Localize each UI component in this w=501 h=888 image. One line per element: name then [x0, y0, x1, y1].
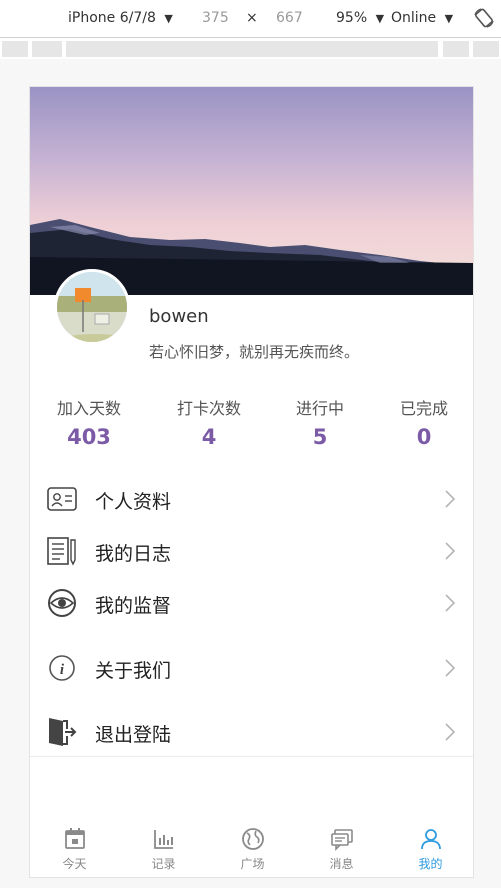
chevron-right-icon: [445, 542, 456, 560]
menu-item-about-us[interactable]: i 关于我们: [30, 643, 473, 693]
ruler-segment[interactable]: [443, 41, 469, 57]
network-dropdown-icon: ▼: [444, 12, 454, 25]
network-select-label: Online: [391, 10, 437, 26]
stat-completed: 已完成 0: [369, 395, 473, 449]
stat-value: 0: [416, 425, 432, 449]
eye-icon: [48, 589, 76, 617]
stat-label: 进行中: [295, 399, 344, 418]
zoom-dropdown-icon: ▼: [375, 12, 385, 25]
bar-chart-icon: [153, 830, 173, 849]
chevron-right-icon: [445, 659, 456, 677]
stat-in-progress: 进行中 5: [265, 395, 375, 449]
chevron-right-icon: [445, 723, 456, 741]
menu-item-profile[interactable]: 个人资料: [30, 474, 473, 524]
stat-label: 打卡次数: [176, 399, 241, 418]
globe-icon: [241, 828, 264, 850]
user-icon: [420, 829, 441, 850]
ruler-segment[interactable]: [2, 41, 28, 57]
chevron-right-icon: [445, 594, 456, 612]
stat-checkin-count: 打卡次数 4: [154, 395, 264, 449]
tab-square[interactable]: 广场: [208, 819, 297, 872]
menu-item-label: 我的日志: [95, 543, 172, 565]
phone-viewport: bowen 若心怀旧梦，就别再无疾而终。 加入天数 403 打卡次数 4 进行中…: [29, 86, 474, 878]
viewport-height-input[interactable]: 667: [276, 10, 303, 26]
profile-motto: 若心怀旧梦，就别再无疾而终。: [149, 343, 360, 361]
dimension-separator: ×: [246, 10, 258, 26]
device-select-label: iPhone 6/7/8: [68, 10, 156, 26]
svg-text:i: i: [60, 662, 65, 678]
stat-label: 已完成: [399, 399, 448, 418]
header-banner-image: [30, 87, 473, 295]
menu-item-label: 退出登陆: [95, 724, 172, 746]
username: bowen: [149, 306, 209, 327]
avatar[interactable]: [54, 269, 130, 345]
tab-messages[interactable]: 消息: [297, 819, 386, 872]
menu-item-logout[interactable]: 退出登陆: [30, 707, 473, 757]
menu-item-label: 个人资料: [95, 491, 172, 513]
viewport-width-input[interactable]: 375: [202, 10, 229, 26]
media-query-ruler: [0, 39, 501, 59]
device-select[interactable]: iPhone 6/7/8 ▼: [68, 10, 173, 26]
device-dropdown-icon: ▼: [164, 12, 173, 25]
message-icon: [330, 829, 353, 851]
tab-me[interactable]: 我的: [386, 819, 473, 872]
tab-today[interactable]: 今天: [30, 819, 119, 872]
menu-item-label: 关于我们: [95, 660, 172, 682]
stat-joined-days: 加入天数 403: [34, 395, 144, 449]
stat-value: 403: [67, 425, 111, 449]
tab-label: 今天: [62, 857, 87, 871]
tab-label: 记录: [151, 857, 176, 871]
tab-label: 广场: [240, 857, 265, 871]
menu-divider: [30, 756, 473, 757]
info-icon: i: [49, 655, 75, 681]
ruler-segment[interactable]: [66, 41, 438, 57]
zoom-select-label: 95%: [336, 10, 368, 26]
tab-records[interactable]: 记录: [119, 819, 208, 872]
tab-label: 我的: [418, 857, 443, 871]
stat-value: 5: [312, 425, 328, 449]
chevron-right-icon: [445, 490, 456, 508]
bottom-tab-bar: 今天 记录 广场 消息 我的: [30, 819, 473, 877]
zoom-select[interactable]: 95% ▼: [336, 10, 384, 26]
tab-label: 消息: [329, 857, 354, 871]
id-card-icon: [47, 487, 77, 511]
menu-item-my-journal[interactable]: 我的日志: [30, 526, 473, 576]
network-throttle-select[interactable]: Online ▼: [391, 10, 453, 26]
avatar-image: [57, 272, 127, 342]
ruler-segment[interactable]: [32, 41, 62, 57]
stat-label: 加入天数: [56, 399, 121, 418]
stat-value: 4: [201, 425, 217, 449]
rotate-icon[interactable]: [473, 7, 495, 29]
devtools-toolbar: iPhone 6/7/8 ▼ 375 × 667 95% ▼ Online ▼: [0, 0, 501, 38]
menu-item-label: 我的监督: [95, 595, 172, 617]
journal-icon: [47, 537, 76, 566]
exit-door-icon: [49, 718, 77, 746]
calendar-icon: [64, 828, 85, 849]
menu-item-my-supervision[interactable]: 我的监督: [30, 578, 473, 628]
ruler-segment[interactable]: [473, 41, 499, 57]
